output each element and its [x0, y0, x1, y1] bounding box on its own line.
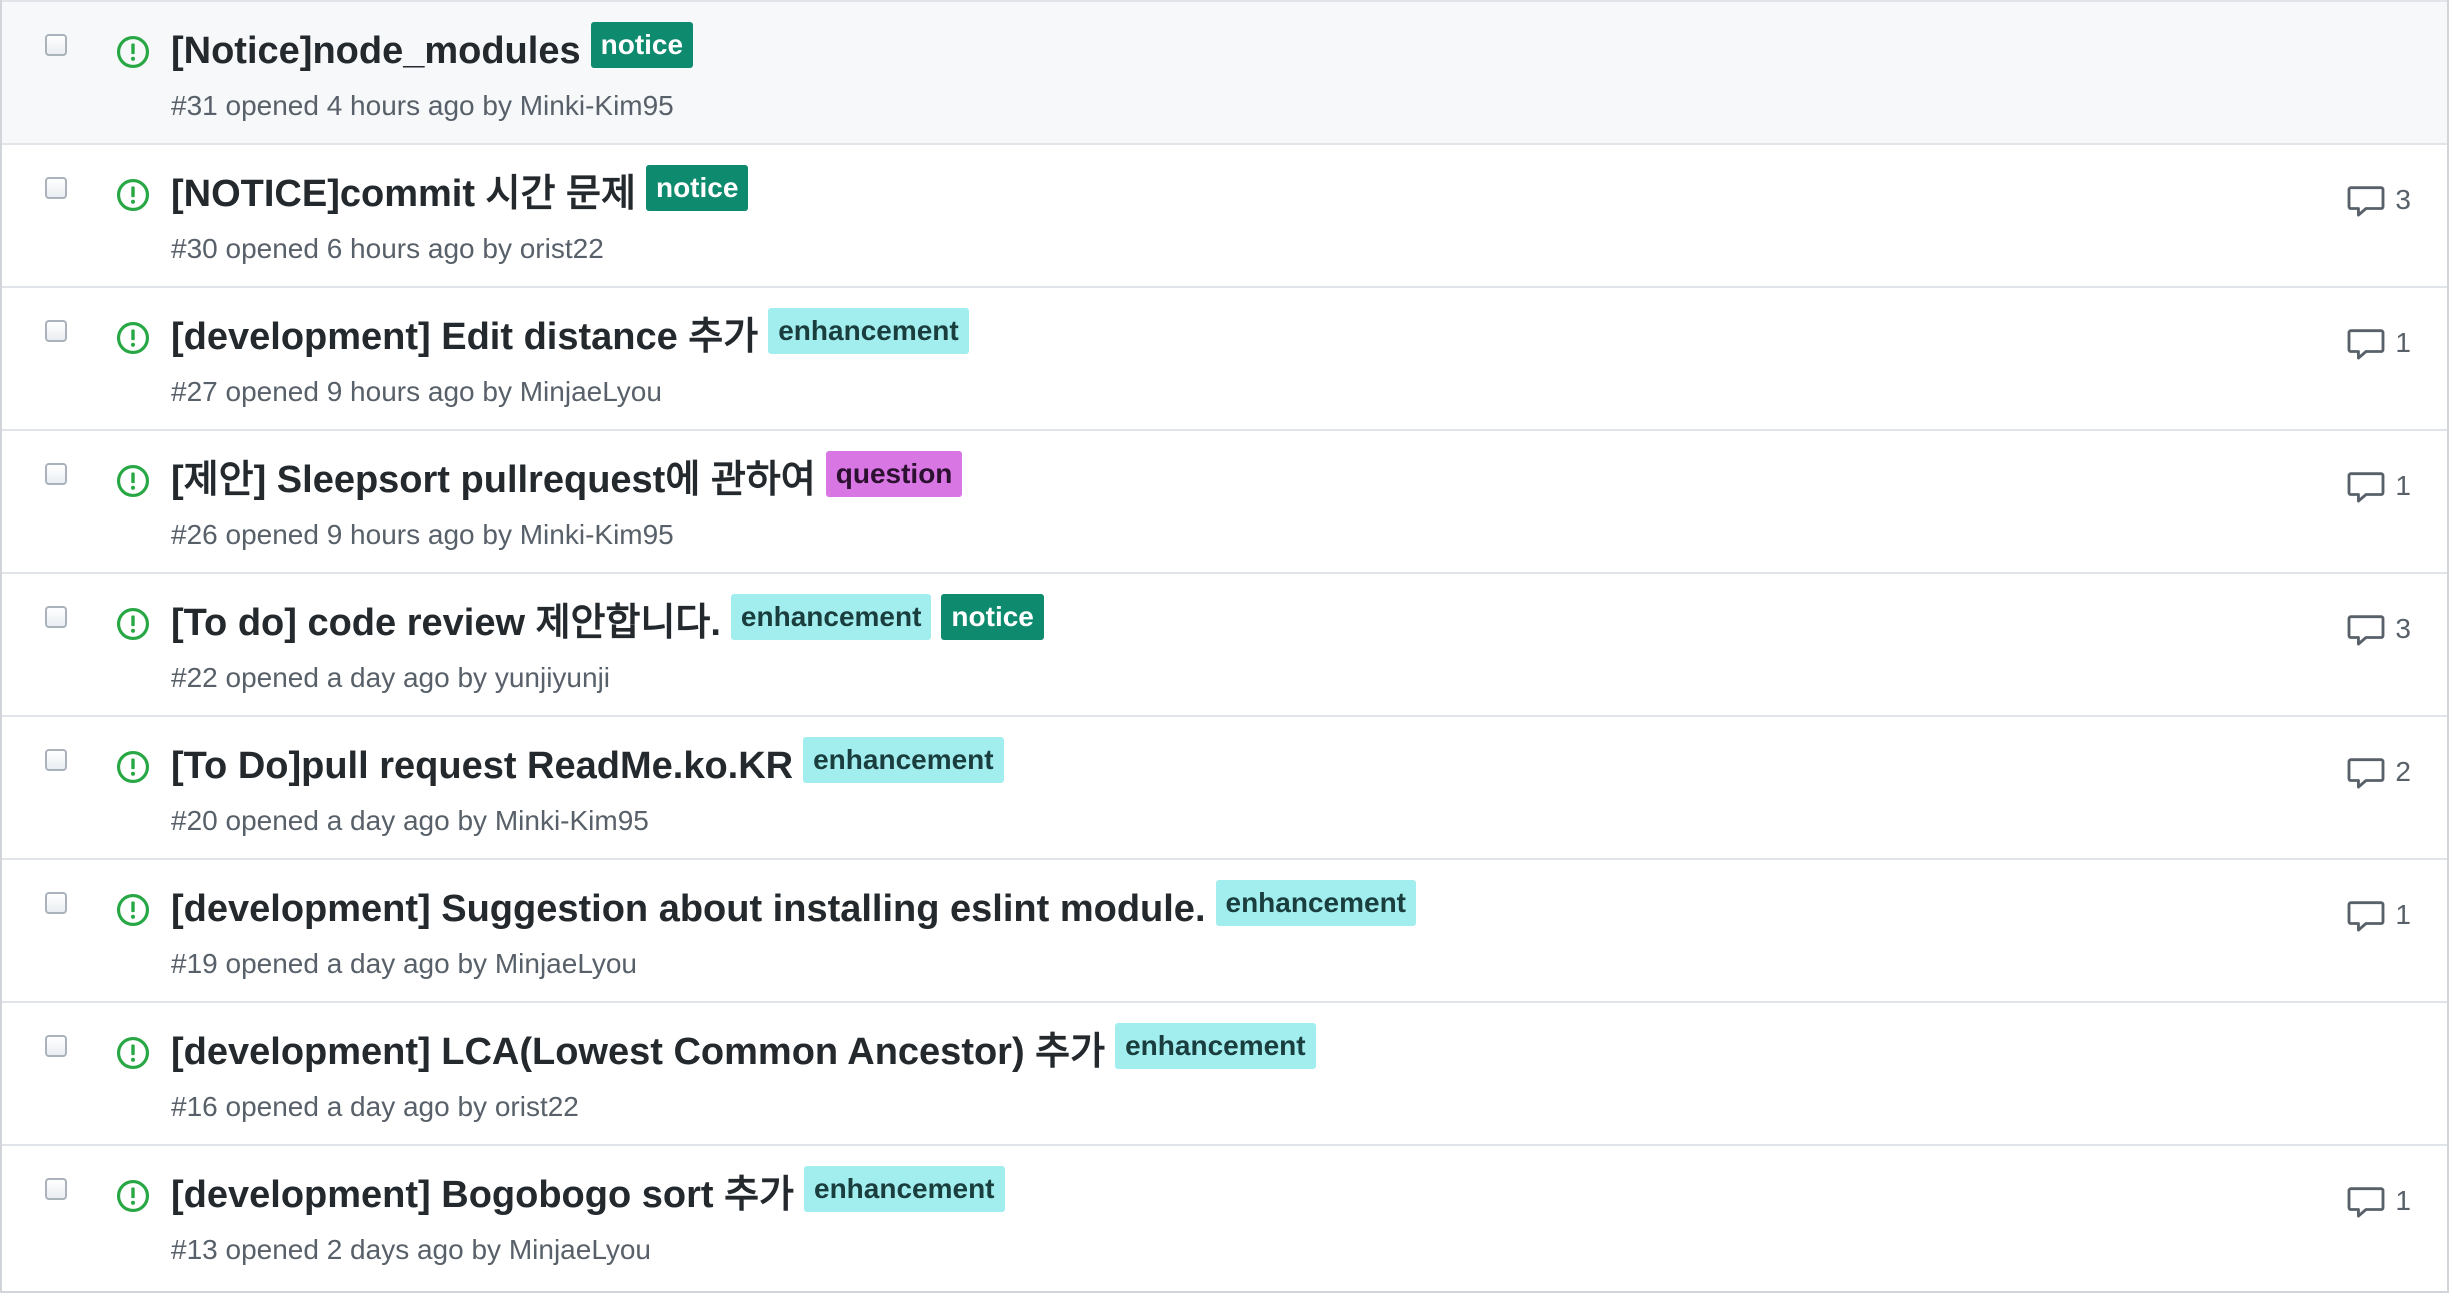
comment-count: 1	[2395, 899, 2411, 930]
issue-comments-link[interactable]: 1	[2347, 326, 2411, 360]
issue-checkbox[interactable]	[45, 34, 67, 56]
label-notice[interactable]: notice	[590, 22, 694, 68]
label-notice[interactable]: notice	[645, 165, 749, 211]
issue-row[interactable]: [development] Suggestion about installin…	[2, 858, 2447, 1001]
issue-checkbox[interactable]	[45, 1035, 67, 1057]
comment-icon	[2348, 1187, 2385, 1218]
issues-list: [Notice]node_modules notice #31 opened 4…	[0, 0, 2449, 1293]
issue-title-line: [development] Bogobogo sort 추가 enhanceme…	[171, 1166, 1005, 1222]
issue-opened-icon	[116, 321, 150, 355]
issue-meta: #13 opened 2 days ago by MinjaeLyou	[171, 1234, 651, 1265]
comment-count: 2	[2395, 756, 2411, 787]
issue-opened-icon	[116, 178, 150, 212]
issue-title-line: [Notice]node_modules notice	[171, 22, 694, 78]
issue-comments-link[interactable]: 2	[2347, 755, 2411, 789]
comment-icon	[2348, 901, 2385, 932]
issue-row[interactable]: [development] Edit distance 추가 enhanceme…	[2, 286, 2447, 429]
issue-title[interactable]: [To do] code review 제안합니다.	[171, 596, 721, 650]
issue-title[interactable]: [development] LCA(Lowest Common Ancestor…	[171, 1025, 1105, 1079]
issue-title[interactable]: [제안] Sleepsort pullrequest에 관하여	[171, 453, 816, 507]
comment-icon	[2348, 186, 2385, 217]
label-enhancement[interactable]: enhancement	[768, 308, 969, 354]
issue-title-line: [제안] Sleepsort pullrequest에 관하여 question	[171, 451, 963, 507]
issue-title[interactable]: [Notice]node_modules	[171, 24, 581, 78]
issue-title[interactable]: [NOTICE]commit 시간 문제	[171, 167, 636, 221]
issue-checkbox[interactable]	[45, 892, 67, 914]
comment-icon	[2348, 472, 2385, 503]
label-enhancement[interactable]: enhancement	[804, 1166, 1005, 1212]
issue-row[interactable]: [development] Bogobogo sort 추가 enhanceme…	[2, 1144, 2447, 1287]
issue-row[interactable]: [NOTICE]commit 시간 문제 notice #30 opened 6…	[2, 143, 2447, 286]
issue-row[interactable]: [Notice]node_modules notice #31 opened 4…	[2, 0, 2447, 143]
comment-icon	[2348, 758, 2385, 789]
comment-count: 1	[2395, 327, 2411, 358]
issue-title[interactable]: [development] Suggestion about installin…	[171, 882, 1206, 936]
issue-row[interactable]: [To do] code review 제안합니다. enhancement no…	[2, 572, 2447, 715]
issue-opened-icon	[116, 893, 150, 927]
issue-row[interactable]: [To Do]pull request ReadMe.ko.KR enhance…	[2, 715, 2447, 858]
issue-meta: #16 opened a day ago by orist22	[171, 1091, 579, 1122]
issue-opened-icon	[116, 35, 150, 69]
issue-meta: #20 opened a day ago by Minki-Kim95	[171, 805, 649, 836]
issue-checkbox[interactable]	[45, 606, 67, 628]
label-enhancement[interactable]: enhancement	[1115, 1023, 1316, 1069]
issue-title-line: [development] Edit distance 추가 enhanceme…	[171, 308, 969, 364]
issue-checkbox[interactable]	[45, 749, 67, 771]
issue-checkbox[interactable]	[45, 463, 67, 485]
issue-meta: #30 opened 6 hours ago by orist22	[171, 233, 604, 264]
comment-icon	[2348, 329, 2385, 360]
issue-meta: #31 opened 4 hours ago by Minki-Kim95	[171, 90, 674, 121]
label-question[interactable]: question	[825, 451, 963, 497]
comment-icon	[2348, 615, 2385, 646]
issue-comments-link[interactable]: 1	[2347, 1184, 2411, 1218]
issue-title[interactable]: [development] Bogobogo sort 추가	[171, 1168, 794, 1222]
issue-row[interactable]: [제안] Sleepsort pullrequest에 관하여 question…	[2, 429, 2447, 572]
issue-meta: #22 opened a day ago by yunjiyunji	[171, 662, 611, 693]
issue-meta: #27 opened 9 hours ago by MinjaeLyou	[171, 376, 662, 407]
comment-count: 3	[2395, 184, 2411, 215]
issue-comments-link[interactable]: 3	[2347, 612, 2411, 646]
issue-comments-link[interactable]: 1	[2347, 469, 2411, 503]
issue-comments-link[interactable]: 3	[2347, 183, 2411, 217]
issue-checkbox[interactable]	[45, 320, 67, 342]
issue-opened-icon	[116, 1179, 150, 1213]
comment-count: 1	[2395, 470, 2411, 501]
issue-title-line: [development] Suggestion about installin…	[171, 880, 1416, 936]
issue-meta: #26 opened 9 hours ago by Minki-Kim95	[171, 519, 674, 550]
issue-row[interactable]: [development] LCA(Lowest Common Ancestor…	[2, 1001, 2447, 1144]
issue-meta: #19 opened a day ago by MinjaeLyou	[171, 948, 637, 979]
label-enhancement[interactable]: enhancement	[803, 737, 1004, 783]
issue-checkbox[interactable]	[45, 177, 67, 199]
issue-title-line: [development] LCA(Lowest Common Ancestor…	[171, 1023, 1316, 1079]
issue-opened-icon	[116, 1036, 150, 1070]
issue-title[interactable]: [To Do]pull request ReadMe.ko.KR	[171, 739, 793, 793]
label-enhancement[interactable]: enhancement	[1215, 880, 1416, 926]
issue-opened-icon	[116, 607, 150, 641]
issue-opened-icon	[116, 464, 150, 498]
issue-checkbox[interactable]	[45, 1178, 67, 1200]
issue-title-line: [To do] code review 제안합니다. enhancement no…	[171, 594, 1044, 650]
issue-opened-icon	[116, 750, 150, 784]
comment-count: 3	[2395, 613, 2411, 644]
issue-comments-link[interactable]: 1	[2347, 898, 2411, 932]
issue-title-line: [NOTICE]commit 시간 문제 notice	[171, 165, 749, 221]
issue-title-line: [To Do]pull request ReadMe.ko.KR enhance…	[171, 737, 1004, 793]
comment-count: 1	[2395, 1185, 2411, 1216]
issue-title[interactable]: [development] Edit distance 추가	[171, 310, 758, 364]
label-notice[interactable]: notice	[941, 594, 1044, 640]
label-enhancement[interactable]: enhancement	[730, 594, 932, 640]
